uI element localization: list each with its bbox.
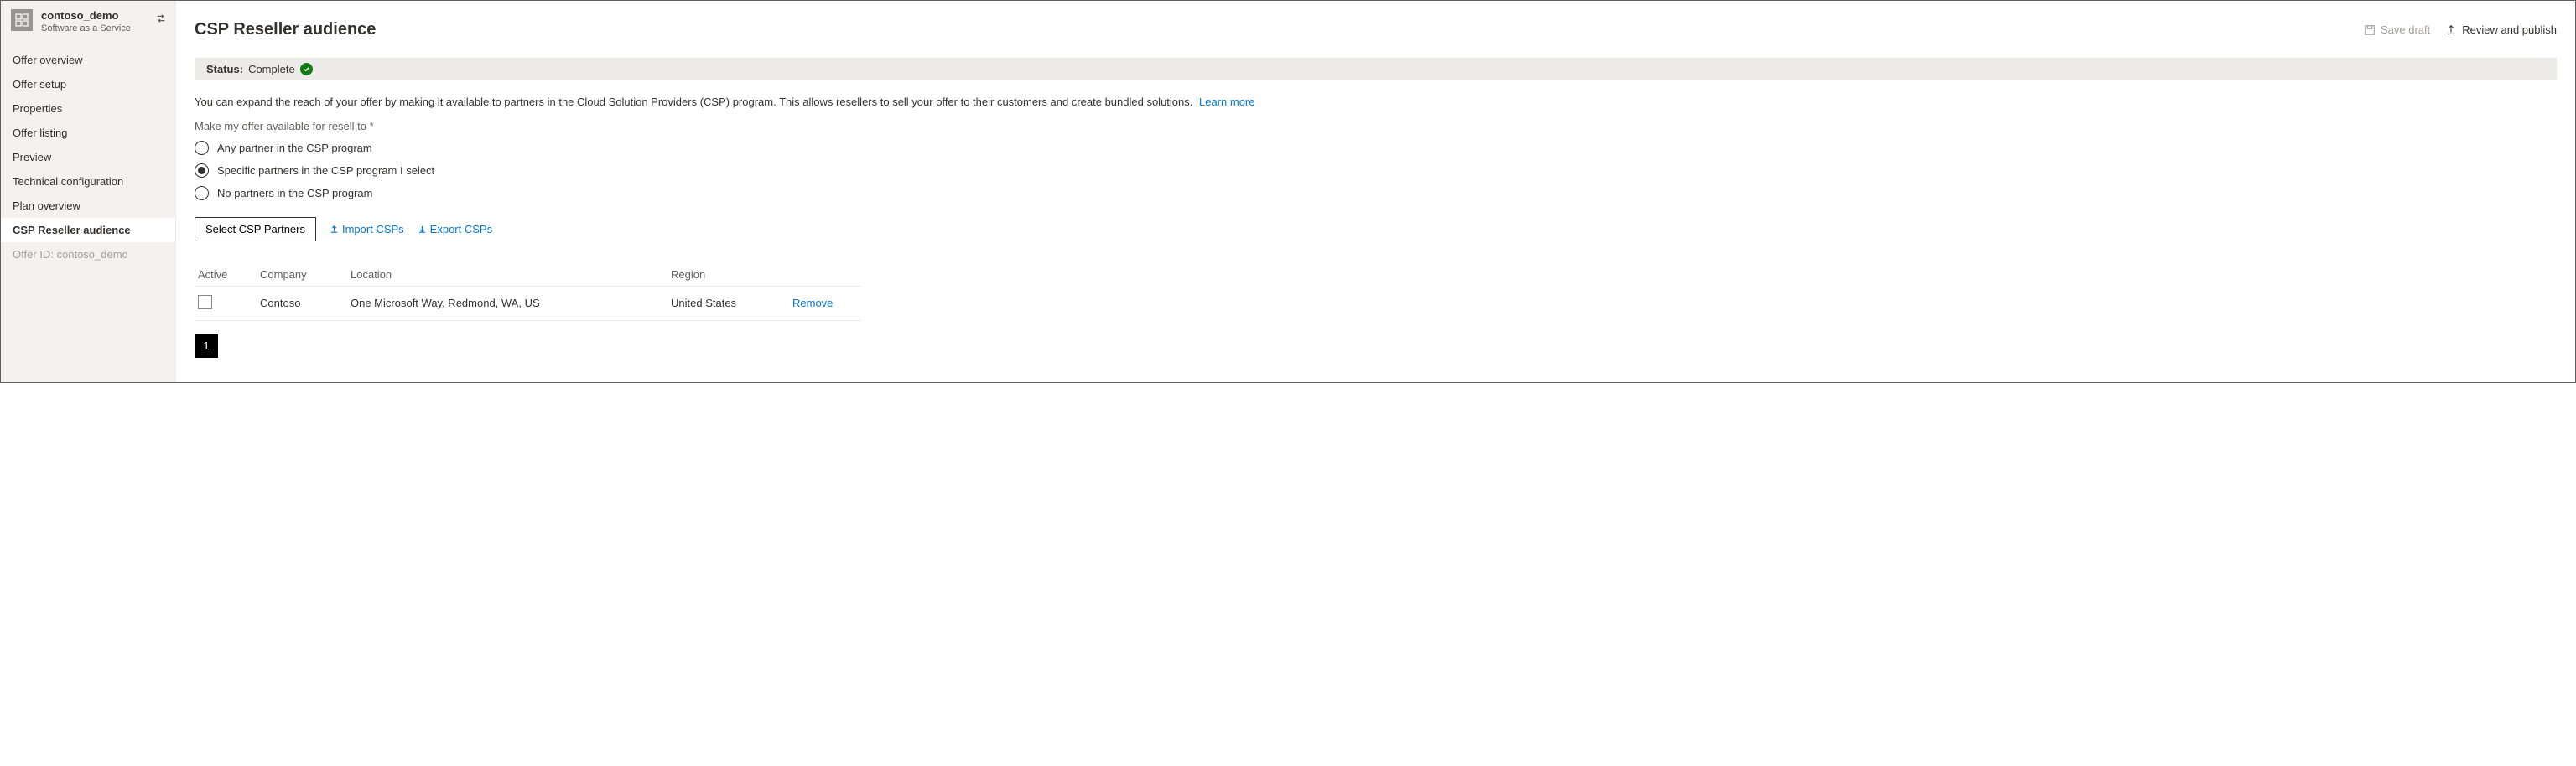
radio-icon <box>195 141 209 155</box>
review-publish-button-top[interactable]: Review and publish <box>2445 23 2557 36</box>
check-circle-icon <box>300 63 313 75</box>
description: You can expand the reach of your offer b… <box>195 96 1283 108</box>
description-text: You can expand the reach of your offer b… <box>195 96 1192 108</box>
radio-icon <box>195 186 209 200</box>
main: CSP Reseller audience Save draft Review … <box>176 1 2575 382</box>
active-checkbox[interactable] <box>198 295 212 309</box>
radio-specific-partners[interactable]: Specific partners in the CSP program I s… <box>195 163 1283 178</box>
col-header-active: Active <box>198 268 260 281</box>
import-csps-link[interactable]: Import CSPs <box>330 223 404 235</box>
app-name: contoso_demo <box>41 9 131 23</box>
radio-no-partners[interactable]: No partners in the CSP program <box>195 186 1283 200</box>
sidebar-item-label: CSP Reseller audience <box>13 224 131 236</box>
col-header-company: Company <box>260 268 351 281</box>
sidebar-offer-id: Offer ID: contoso_demo <box>1 242 175 267</box>
radio-label: Any partner in the CSP program <box>217 142 372 154</box>
upload-icon <box>330 225 339 234</box>
col-header-region: Region <box>671 268 792 281</box>
sidebar-item-label: Preview <box>13 151 51 163</box>
download-icon <box>418 225 427 234</box>
sidebar-item-csp-reseller-audience[interactable]: CSP Reseller audience <box>1 218 175 242</box>
radio-any-partner[interactable]: Any partner in the CSP program <box>195 141 1283 155</box>
sidebar-nav: Offer overview Offer setup Properties Of… <box>1 44 175 267</box>
resell-field-label: Make my offer available for resell to * <box>195 120 1283 132</box>
publish-icon <box>2445 24 2457 36</box>
sidebar-item-technical-configuration[interactable]: Technical configuration <box>1 169 175 194</box>
save-draft-button-top[interactable]: Save draft <box>2364 23 2430 36</box>
save-icon <box>2364 24 2376 36</box>
topbar-actions: Save draft Review and publish <box>2364 23 2557 36</box>
table-row: Contoso One Microsoft Way, Redmond, WA, … <box>195 287 861 321</box>
pager: 1 <box>195 334 1283 358</box>
select-csp-partners-button[interactable]: Select CSP Partners <box>195 217 316 241</box>
radio-group: Any partner in the CSP program Specific … <box>195 141 1283 200</box>
cell-region: United States <box>671 297 792 309</box>
sidebar-item-label: Offer overview <box>13 54 83 66</box>
export-csps-link[interactable]: Export CSPs <box>418 223 492 235</box>
sidebar-item-label: Offer listing <box>13 127 68 139</box>
sidebar-header: contoso_demo Software as a Service <box>1 1 175 44</box>
status-value: Complete <box>248 63 295 75</box>
review-publish-label: Review and publish <box>2462 23 2557 36</box>
export-csps-label: Export CSPs <box>430 223 492 235</box>
col-header-location: Location <box>351 268 671 281</box>
content: You can expand the reach of your offer b… <box>176 80 1301 382</box>
sidebar-item-offer-setup[interactable]: Offer setup <box>1 72 175 96</box>
cell-location: One Microsoft Way, Redmond, WA, US <box>351 297 671 309</box>
sidebar: contoso_demo Software as a Service Offer… <box>1 1 176 382</box>
remove-link[interactable]: Remove <box>792 297 833 309</box>
app-grid-icon <box>11 9 33 31</box>
status-bar: Status: Complete <box>195 58 2557 80</box>
import-csps-label: Import CSPs <box>342 223 404 235</box>
sidebar-item-properties[interactable]: Properties <box>1 96 175 121</box>
learn-more-link[interactable]: Learn more <box>1199 96 1254 108</box>
save-draft-label: Save draft <box>2381 23 2430 36</box>
status-label: Status: <box>206 63 243 75</box>
radio-label: Specific partners in the CSP program I s… <box>217 164 434 177</box>
sidebar-item-label: Technical configuration <box>13 175 123 188</box>
page-1-button[interactable]: 1 <box>195 334 218 358</box>
csp-action-row: Select CSP Partners Import CSPs Export C… <box>195 217 1283 241</box>
sidebar-item-offer-overview[interactable]: Offer overview <box>1 48 175 72</box>
sidebar-item-preview[interactable]: Preview <box>1 145 175 169</box>
app-subtitle: Software as a Service <box>41 23 131 34</box>
sidebar-item-offer-listing[interactable]: Offer listing <box>1 121 175 145</box>
swap-icon[interactable] <box>155 13 167 27</box>
sidebar-item-label: Properties <box>13 102 62 115</box>
radio-icon <box>195 163 209 178</box>
page-title: CSP Reseller audience <box>195 20 2364 39</box>
sidebar-item-label: Offer setup <box>13 78 66 91</box>
cell-company: Contoso <box>260 297 351 309</box>
radio-label: No partners in the CSP program <box>217 187 372 199</box>
table-header: Active Company Location Region <box>195 263 861 287</box>
sidebar-item-label: Plan overview <box>13 199 80 212</box>
topbar: CSP Reseller audience Save draft Review … <box>176 1 2575 58</box>
csp-table: Active Company Location Region Contoso O… <box>195 263 861 321</box>
sidebar-item-plan-overview[interactable]: Plan overview <box>1 194 175 218</box>
